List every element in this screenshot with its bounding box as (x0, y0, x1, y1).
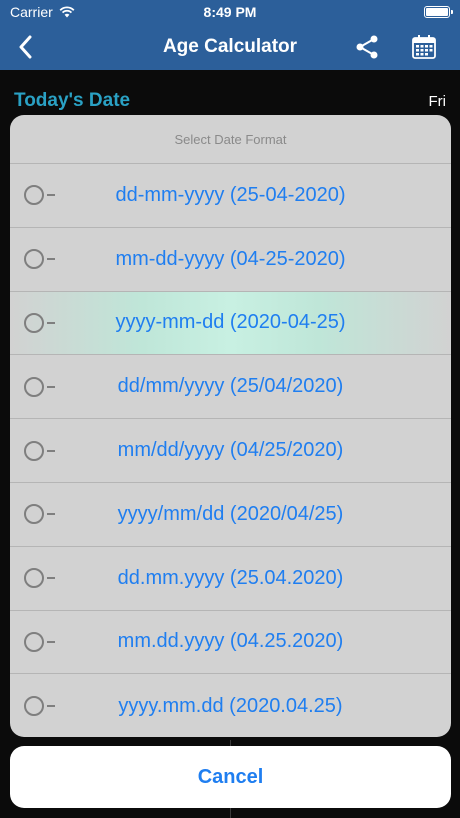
dash-icon (47, 321, 55, 324)
date-format-option[interactable]: dd.mm.yyyy (25.04.2020) (10, 547, 451, 611)
sheet-header: Select Date Format (10, 115, 451, 164)
radio-icon (24, 631, 44, 652)
option-label: mm/dd/yyyy (04/25/2020) (117, 439, 344, 462)
date-format-option[interactable]: mm/dd/yyyy (04/25/2020) (10, 419, 451, 483)
date-format-option[interactable]: yyyy/mm/dd (2020/04/25) (10, 483, 451, 547)
status-left: Carrier (10, 4, 75, 20)
section-title: Today's Date (14, 90, 131, 111)
wifi-icon (59, 6, 75, 18)
today-date-row: Today's Date Fri (0, 84, 460, 118)
page-title: Age Calculator (162, 36, 298, 57)
dash-icon (47, 705, 55, 708)
radio-icon (24, 568, 44, 589)
radio-icon (24, 440, 44, 461)
radio-icon (24, 376, 44, 397)
status-bar: Carrier 8:49 PM (0, 0, 460, 24)
calendar-button[interactable] (410, 33, 438, 61)
dash-icon (47, 577, 55, 580)
radio-icon (24, 504, 44, 525)
option-label: yyyy.mm.dd (2020.04.25) (118, 694, 343, 717)
option-label: yyyy/mm/dd (2020/04/25) (117, 502, 344, 525)
back-button[interactable] (18, 34, 44, 60)
date-format-option[interactable]: yyyy.mm.dd (2020.04.25) (10, 674, 451, 737)
date-format-option[interactable]: mm-dd-yyyy (04-25-2020) (10, 228, 451, 292)
option-label: dd-mm-yyyy (25-04-2020) (115, 183, 346, 206)
date-format-option[interactable]: dd-mm-yyyy (25-04-2020) (10, 164, 451, 228)
carrier-label: Carrier (10, 4, 53, 20)
date-format-option[interactable]: dd/mm/yyyy (25/04/2020) (10, 355, 451, 420)
share-icon (356, 35, 378, 59)
cancel-button[interactable]: Cancel (10, 746, 451, 808)
share-button[interactable] (354, 34, 380, 60)
day-label: Fri (428, 92, 447, 110)
radio-icon (24, 696, 44, 717)
dash-icon (47, 513, 55, 516)
chevron-left-icon (19, 35, 32, 59)
dash-icon (47, 194, 55, 197)
options-list: dd-mm-yyyy (25-04-2020) mm-dd-yyyy (04-25… (10, 164, 451, 737)
calendar-icon (412, 35, 436, 59)
option-label: yyyy-mm-dd (2020-04-25) (115, 311, 346, 334)
option-label: dd.mm.yyyy (25.04.2020) (117, 566, 344, 589)
date-format-sheet: Select Date Format dd-mm-yyyy (25-04-202… (10, 115, 451, 737)
nav-bar: Age Calculator (0, 24, 460, 70)
battery-icon (424, 6, 453, 18)
dash-icon (47, 258, 55, 261)
option-label: mm.dd.yyyy (04.25.2020) (117, 630, 344, 653)
dash-icon (47, 385, 55, 388)
dash-icon (47, 449, 55, 452)
date-format-option[interactable]: yyyy-mm-dd (2020-04-25) (10, 291, 451, 356)
radio-icon (24, 249, 44, 270)
option-label: dd/mm/yyyy (25/04/2020) (117, 375, 344, 398)
radio-icon (24, 185, 44, 206)
radio-icon (24, 312, 44, 333)
date-format-option[interactable]: mm.dd.yyyy (04.25.2020) (10, 611, 451, 675)
dash-icon (47, 640, 55, 643)
option-label: mm-dd-yyyy (04-25-2020) (115, 247, 346, 270)
